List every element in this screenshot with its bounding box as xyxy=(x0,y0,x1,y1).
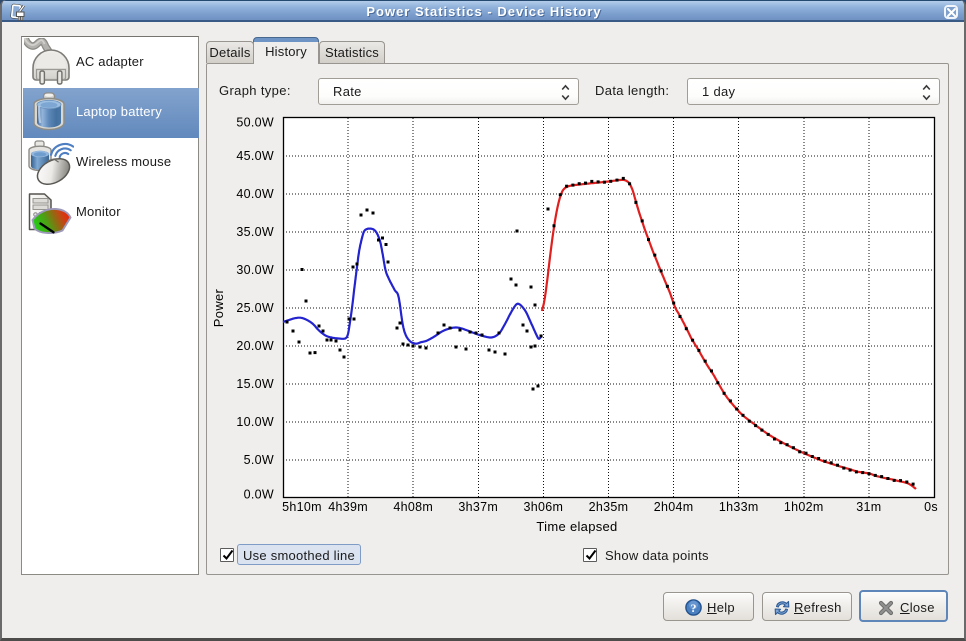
svg-text:15.0W: 15.0W xyxy=(236,377,274,391)
svg-text:45.0W: 45.0W xyxy=(236,149,274,163)
svg-text:0s: 0s xyxy=(924,500,938,514)
svg-text:2h35m: 2h35m xyxy=(589,500,629,514)
svg-text:1h33m: 1h33m xyxy=(719,500,759,514)
svg-text:35.0W: 35.0W xyxy=(236,225,274,239)
svg-text:30.0W: 30.0W xyxy=(236,263,274,277)
svg-text:25.0W: 25.0W xyxy=(236,301,274,315)
svg-text:4h08m: 4h08m xyxy=(393,500,433,514)
svg-text:20.0W: 20.0W xyxy=(236,339,274,353)
svg-text:?: ? xyxy=(691,601,697,615)
svg-text:4h39m: 4h39m xyxy=(328,500,368,514)
svg-text:Time elapsed: Time elapsed xyxy=(536,519,617,534)
svg-text:3h06m: 3h06m xyxy=(524,500,564,514)
svg-text:Power: Power xyxy=(211,288,226,327)
svg-text:1h02m: 1h02m xyxy=(784,500,824,514)
svg-text:2h04m: 2h04m xyxy=(654,500,694,514)
svg-text:5h10m: 5h10m xyxy=(282,500,322,514)
svg-text:50.0W: 50.0W xyxy=(236,116,274,130)
svg-text:10.0W: 10.0W xyxy=(236,415,274,429)
svg-text:0.0W: 0.0W xyxy=(244,488,274,502)
svg-text:5.0W: 5.0W xyxy=(244,453,274,467)
svg-text:3h37m: 3h37m xyxy=(458,500,498,514)
svg-text:31m: 31m xyxy=(856,500,881,514)
svg-text:40.0W: 40.0W xyxy=(236,187,274,201)
